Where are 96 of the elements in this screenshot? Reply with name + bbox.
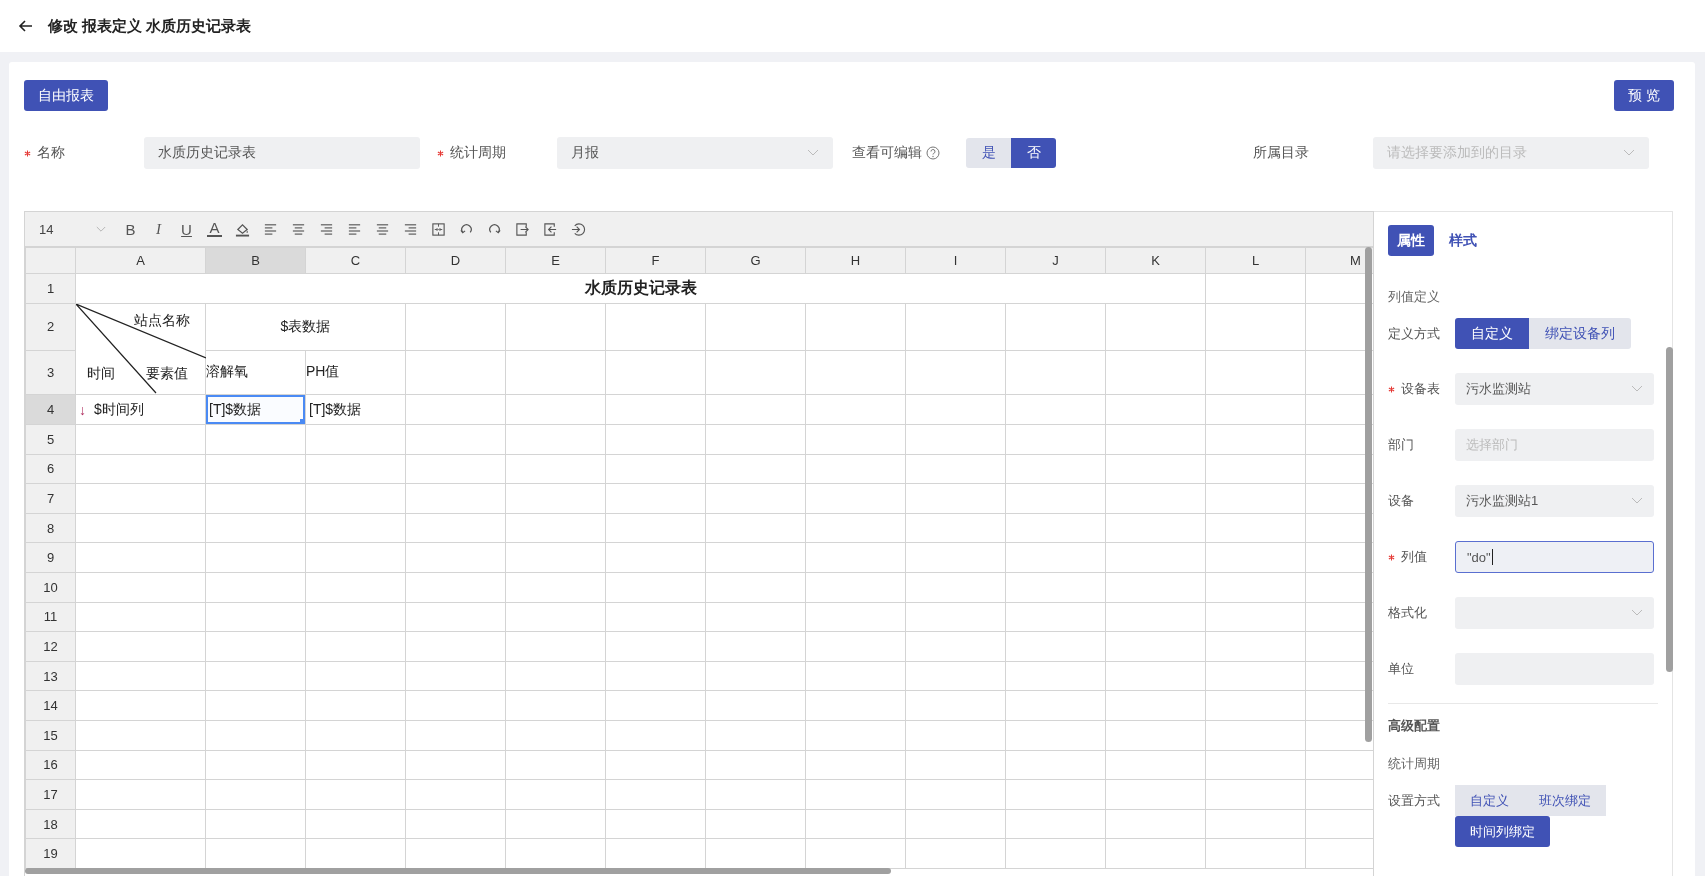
field-label: 单位 bbox=[1388, 660, 1414, 678]
column-header[interactable]: A bbox=[75, 247, 206, 274]
vertical-scrollbar[interactable] bbox=[1365, 247, 1372, 742]
field-label: 列值 bbox=[1401, 548, 1427, 566]
table-cell[interactable]: ↓ $时间列 bbox=[75, 394, 206, 425]
segment-option[interactable]: 时间列绑定 bbox=[1455, 816, 1550, 847]
font-size-field[interactable]: 14 bbox=[39, 221, 83, 237]
row-header[interactable]: 18 bbox=[25, 809, 76, 839]
row-header[interactable]: 16 bbox=[25, 750, 76, 780]
cell-text: 要素值 bbox=[146, 365, 188, 383]
form-label: 名称 bbox=[37, 144, 65, 162]
merge-cells-icon[interactable] bbox=[431, 221, 446, 237]
help-icon[interactable] bbox=[926, 146, 940, 160]
panel-tab[interactable]: 属性 bbox=[1388, 225, 1434, 256]
column-header[interactable]: H bbox=[805, 247, 906, 274]
row-header[interactable]: 19 bbox=[25, 838, 76, 869]
align-right-icon[interactable] bbox=[319, 221, 334, 237]
back-arrow-icon[interactable] bbox=[18, 18, 34, 34]
section-title: 高级配置 bbox=[1388, 717, 1441, 735]
subsection-title: 统计周期 bbox=[1388, 755, 1441, 773]
panel-scrollbar[interactable] bbox=[1666, 347, 1673, 672]
align-left-icon[interactable] bbox=[347, 221, 362, 237]
column-header[interactable]: J bbox=[1005, 247, 1106, 274]
box-arrow-right-icon[interactable] bbox=[515, 221, 530, 237]
row-header[interactable]: 7 bbox=[25, 483, 76, 514]
row-header[interactable]: 14 bbox=[25, 690, 76, 721]
align-center-icon[interactable] bbox=[375, 221, 390, 237]
field-label: 设置方式 bbox=[1388, 792, 1441, 810]
toggle-option[interactable]: 否 bbox=[1011, 138, 1056, 168]
report-title-cell[interactable]: 水质历史记录表 bbox=[75, 273, 1206, 304]
row-header[interactable]: 13 bbox=[25, 661, 76, 691]
dropdown-field[interactable] bbox=[1455, 597, 1654, 629]
field-label: 部门 bbox=[1388, 436, 1414, 454]
field-label: 格式化 bbox=[1388, 604, 1427, 622]
dropdown-field[interactable]: 污水监测站1 bbox=[1455, 485, 1654, 517]
align-right-icon[interactable] bbox=[403, 221, 418, 237]
table-cell[interactable]: $表数据 bbox=[205, 303, 406, 350]
format-button[interactable]: I bbox=[151, 220, 166, 238]
row-header[interactable]: 6 bbox=[25, 454, 76, 484]
name-field[interactable]: 水质历史记录表 bbox=[144, 137, 420, 169]
align-left-icon[interactable] bbox=[263, 221, 278, 237]
field-label: 设备表 bbox=[1401, 380, 1440, 398]
column-header[interactable]: F bbox=[605, 247, 706, 274]
preview-button[interactable]: 预 览 bbox=[1614, 80, 1674, 111]
row-header[interactable]: 11 bbox=[25, 602, 76, 632]
circle-arrow-icon[interactable] bbox=[571, 221, 586, 237]
column-header[interactable]: K bbox=[1105, 247, 1206, 274]
horizontal-scrollbar[interactable] bbox=[25, 868, 891, 874]
column-header[interactable]: G bbox=[705, 247, 806, 274]
column-header[interactable]: D bbox=[405, 247, 506, 274]
field-label: 设备 bbox=[1388, 492, 1414, 510]
row-header[interactable]: 3 bbox=[25, 350, 76, 395]
row-header[interactable]: 9 bbox=[25, 542, 76, 573]
segment-option[interactable]: 绑定设备列 bbox=[1529, 318, 1631, 349]
column-header[interactable]: I bbox=[905, 247, 1006, 274]
format-button[interactable]: B bbox=[123, 220, 138, 238]
rotate-left-icon[interactable] bbox=[459, 221, 474, 237]
row-header[interactable]: 8 bbox=[25, 513, 76, 543]
cell-text: 站点名称 bbox=[134, 312, 190, 330]
row-header[interactable]: 5 bbox=[25, 424, 76, 455]
cell-text: 时间 bbox=[87, 365, 115, 383]
box-arrow-left-icon[interactable] bbox=[543, 221, 558, 237]
segment-option[interactable]: 班次绑定 bbox=[1524, 785, 1606, 816]
table-cell[interactable]: PH值 bbox=[305, 350, 406, 395]
segment-option[interactable]: 自定义 bbox=[1455, 785, 1524, 816]
row-header[interactable]: 12 bbox=[25, 631, 76, 662]
field-label: 定义方式 bbox=[1388, 324, 1440, 343]
row-header[interactable]: 1 bbox=[25, 273, 76, 304]
form-label: 统计周期 bbox=[450, 144, 506, 162]
panel-tab[interactable]: 样式 bbox=[1440, 225, 1486, 256]
row-header[interactable]: 10 bbox=[25, 572, 76, 603]
section-title: 列值定义 bbox=[1388, 288, 1441, 306]
row-header[interactable]: 17 bbox=[25, 779, 76, 810]
paint-bucket-icon[interactable] bbox=[235, 221, 250, 237]
period-select[interactable]: 月报 bbox=[557, 137, 833, 169]
format-button[interactable]: A bbox=[207, 221, 222, 237]
column-header[interactable]: L bbox=[1205, 247, 1306, 274]
form-label: 所属目录 bbox=[1253, 144, 1309, 162]
page-title: 修改 报表定义 水质历史记录表 bbox=[48, 16, 252, 36]
row-header[interactable]: 4 bbox=[25, 394, 76, 425]
free-report-button[interactable]: 自由报表 bbox=[24, 80, 108, 111]
form-label: 查看可编辑 bbox=[852, 144, 922, 162]
table-cell[interactable]: [T]$数据 bbox=[205, 394, 306, 425]
align-center-icon[interactable] bbox=[291, 221, 306, 237]
row-header[interactable]: 15 bbox=[25, 720, 76, 751]
toggle-option[interactable]: 是 bbox=[966, 138, 1011, 168]
input-field[interactable]: "do" bbox=[1455, 541, 1654, 573]
column-header[interactable]: E bbox=[505, 247, 606, 274]
segment-option[interactable]: 自定义 bbox=[1455, 318, 1529, 349]
format-button[interactable]: U bbox=[179, 220, 194, 238]
table-cell[interactable]: 溶解氧 bbox=[205, 350, 306, 395]
table-cell[interactable]: [T]$数据 bbox=[305, 394, 406, 425]
row-header[interactable]: 2 bbox=[25, 303, 76, 350]
dropdown-field[interactable]: 污水监测站 bbox=[1455, 373, 1654, 405]
column-header[interactable]: B bbox=[205, 247, 306, 274]
column-header[interactable]: C bbox=[305, 247, 406, 274]
